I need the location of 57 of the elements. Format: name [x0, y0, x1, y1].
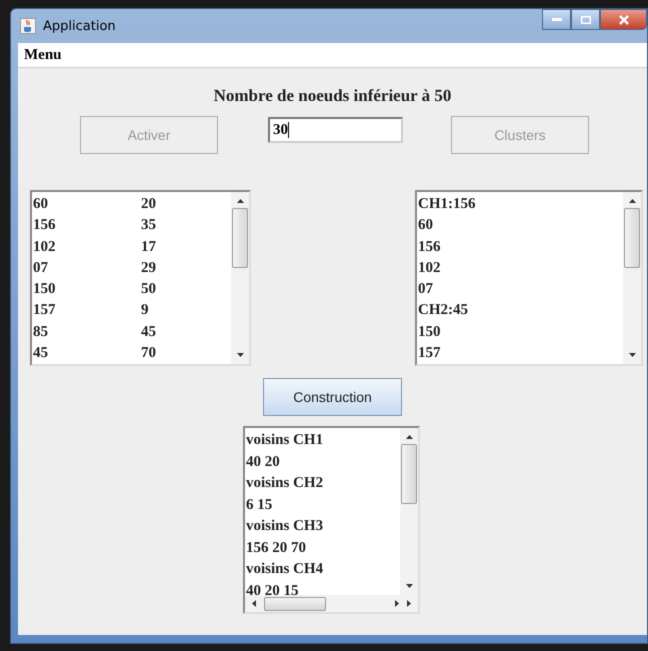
list-item[interactable]: 45 — [33, 343, 141, 364]
list-item[interactable]: 70 — [141, 343, 156, 364]
list-item[interactable]: voisins CH3 — [246, 516, 400, 538]
coffee-cup-icon — [20, 18, 36, 34]
scroll-down-icon[interactable] — [236, 353, 244, 357]
scroll-up-icon[interactable] — [236, 199, 244, 203]
list-item[interactable]: CH1:156 — [418, 194, 623, 216]
list-item[interactable]: 150 — [33, 279, 141, 300]
list-item[interactable]: 20 — [141, 194, 156, 216]
list-item[interactable]: 156 20 70 — [246, 538, 400, 559]
heading: Nombre de noeuds inférieur à 50 — [214, 86, 452, 106]
list-item[interactable]: CH2:45 — [418, 300, 623, 322]
list-item[interactable]: 157 — [418, 343, 623, 364]
list-item[interactable]: 102 — [33, 236, 141, 258]
list-item[interactable]: 157 — [33, 300, 141, 322]
input-field[interactable]: 30 — [268, 117, 403, 143]
list-item[interactable]: voisins CH4 — [246, 559, 400, 580]
list-item[interactable]: 07 — [33, 258, 141, 280]
scroll-right-icon[interactable] — [407, 600, 411, 607]
window-title: Application — [43, 18, 116, 34]
list-item[interactable]: 50 — [141, 279, 156, 300]
horizontal-scrollbar[interactable] — [245, 595, 418, 612]
scroll-up-icon[interactable] — [406, 435, 412, 439]
list-item[interactable]: 35 — [141, 215, 156, 237]
scroll-left-icon[interactable] — [252, 600, 256, 607]
list-item[interactable]: 150 — [418, 322, 623, 344]
list-item[interactable]: 29 — [141, 258, 156, 280]
list-item[interactable]: 40 20 — [246, 452, 400, 473]
list-item[interactable]: 17 — [141, 236, 156, 258]
scroll-right-icon[interactable] — [395, 600, 399, 607]
list-item[interactable]: 156 — [418, 236, 623, 258]
list-item[interactable]: 102 — [418, 258, 623, 280]
list-item[interactable]: 60 — [418, 215, 623, 237]
scroll-down-icon[interactable] — [628, 353, 636, 357]
vertical-scrollbar[interactable] — [400, 428, 418, 595]
scroll-down-icon[interactable] — [406, 584, 412, 588]
minimize-icon — [552, 18, 562, 21]
close-icon — [618, 14, 628, 24]
list-item[interactable]: 45 — [141, 322, 156, 344]
scroll-up-icon[interactable] — [628, 199, 636, 203]
list-item[interactable]: voisins CH1 — [246, 430, 400, 452]
vertical-scrollbar[interactable] — [623, 192, 641, 364]
list-item[interactable]: 9 — [141, 300, 148, 322]
close-button[interactable] — [600, 9, 647, 30]
list-item[interactable]: 60 — [33, 194, 141, 216]
list-item[interactable]: 156 — [33, 215, 141, 237]
list-item[interactable]: 07 — [418, 279, 623, 300]
minimize-button[interactable] — [542, 9, 571, 30]
list-item[interactable]: 85 — [33, 322, 141, 344]
list-item[interactable]: 40 20 15 — [246, 580, 400, 595]
vertical-scrollbar[interactable] — [231, 192, 249, 364]
construction-button[interactable]: Construction — [263, 378, 402, 416]
list-item[interactable]: voisins CH2 — [246, 473, 400, 494]
list-item[interactable]: 6 15 — [246, 494, 400, 516]
maximize-icon — [580, 16, 590, 24]
maximize-button[interactable] — [571, 9, 600, 30]
menu-item[interactable]: Menu — [24, 46, 62, 64]
